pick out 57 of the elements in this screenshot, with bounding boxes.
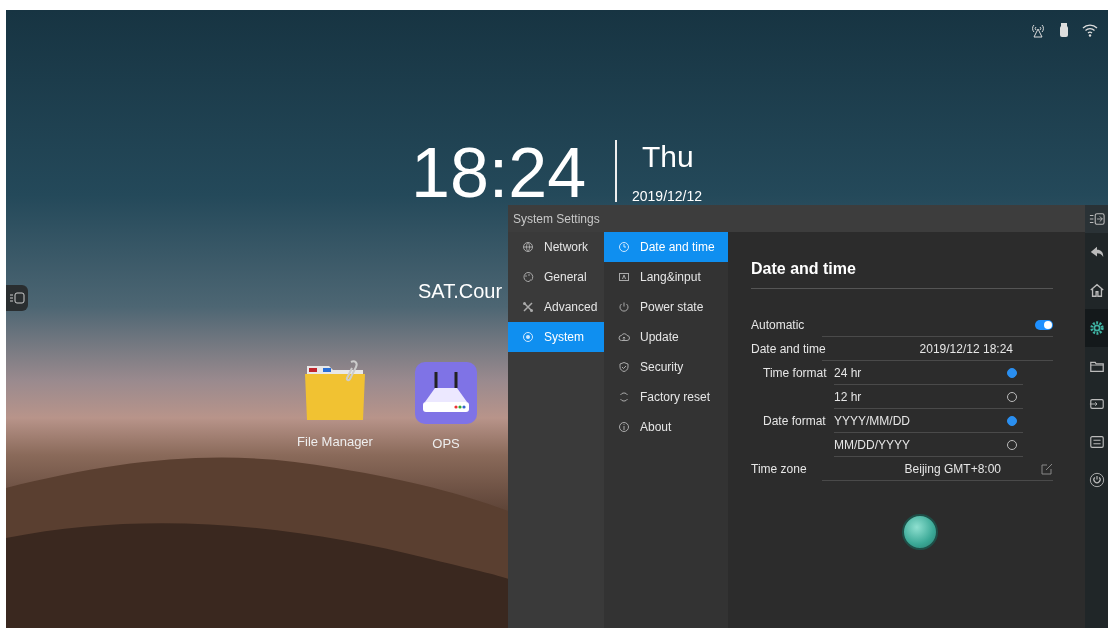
power-icon: [618, 301, 630, 313]
system-icon: [522, 331, 534, 343]
edit-icon[interactable]: [1041, 462, 1053, 475]
side-panel-tab[interactable]: [6, 285, 28, 311]
option-label: YYYY/MM/DD: [834, 413, 910, 428]
home-icon: [1088, 282, 1105, 298]
app-label[interactable]: File Manager: [297, 434, 373, 449]
desktop-label: SAT.Cour: [418, 280, 503, 303]
refresh-icon: [618, 391, 630, 403]
toggle-switch[interactable]: [1035, 319, 1053, 330]
power-icon: [1088, 472, 1105, 488]
wifi-icon: [1082, 22, 1098, 38]
option-label: 24 hr: [834, 365, 862, 380]
category-item[interactable]: Network: [508, 232, 604, 262]
submenu-item[interactable]: Power state: [604, 292, 728, 322]
row-label: Date format: [763, 414, 826, 428]
app-label[interactable]: OPS: [432, 436, 460, 451]
time-zone-value[interactable]: Beijing GMT+8:00: [904, 461, 1001, 476]
clock-time: 18:24: [411, 138, 587, 208]
option-label: 12 hr: [834, 389, 862, 404]
radio-button[interactable]: [1007, 367, 1017, 378]
info-icon: [618, 421, 630, 433]
globe-icon: [522, 241, 534, 253]
settings-icon: [1088, 320, 1105, 336]
submenu-item[interactable]: About: [604, 412, 728, 442]
date-label: 2019/12/12: [632, 189, 703, 203]
submenu-item[interactable]: Security: [604, 352, 728, 382]
clock-icon: [618, 241, 630, 253]
toolbar-button[interactable]: [1085, 309, 1108, 347]
router-icon: [415, 362, 477, 424]
collapse-icon: [1088, 211, 1105, 227]
keyboard-icon: [618, 271, 630, 283]
row-label: Automatic: [751, 318, 805, 332]
row-label: Time format: [763, 366, 827, 380]
category-item[interactable]: Advanced: [508, 292, 604, 322]
row-label: Time zone: [751, 462, 807, 476]
toolbar-button[interactable]: [1085, 205, 1108, 233]
row-label: Date and time: [751, 342, 826, 356]
shield-icon: [618, 361, 630, 373]
date-time-value[interactable]: 2019/12/12 18:24: [919, 341, 1013, 356]
submenu-item[interactable]: Update: [604, 322, 728, 352]
category-item[interactable]: General: [508, 262, 604, 292]
antenna-icon: [1030, 22, 1046, 38]
input-source-icon: [1088, 396, 1105, 412]
panel-heading: Date and time: [751, 248, 1053, 289]
sliders-icon: [1088, 434, 1105, 450]
tools-icon: [522, 301, 534, 313]
expand-panel-icon: [9, 290, 25, 306]
weekday-label: Thu: [642, 142, 694, 172]
folder-icon: [303, 358, 367, 422]
submenu-item[interactable]: Factory reset: [604, 382, 728, 412]
submenu-item[interactable]: Lang&input: [604, 262, 728, 292]
cloud-upload-icon: [618, 331, 630, 343]
radio-button[interactable]: [1007, 415, 1017, 426]
palette-icon: [522, 271, 534, 283]
window-title: System Settings: [513, 211, 600, 226]
option-label: MM/DD/YYYY: [834, 437, 910, 452]
